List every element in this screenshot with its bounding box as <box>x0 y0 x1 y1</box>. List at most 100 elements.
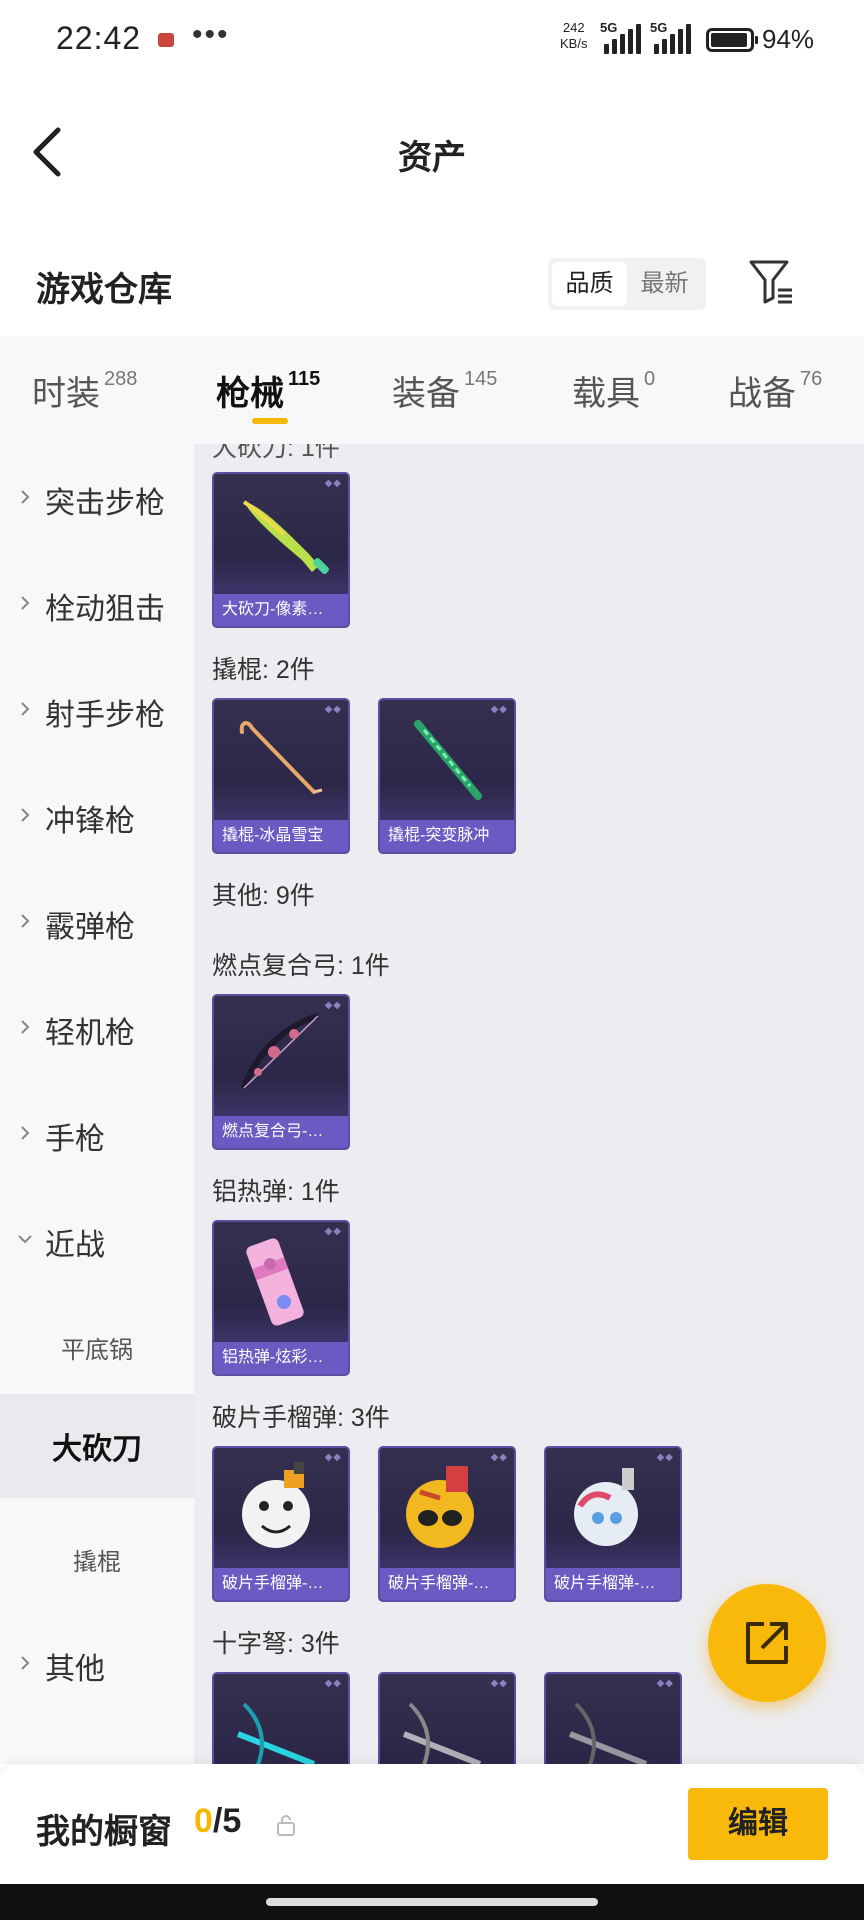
card-corner-mark: ◆◆ <box>324 1000 342 1011</box>
signal-icon: 5G <box>650 20 694 54</box>
sidebar-item-label: 栓动狙击 <box>45 593 165 626</box>
item-card[interactable]: ◆◆ 撬棍-突变脉冲 <box>378 698 516 854</box>
snowman-grenade-icon <box>242 1462 310 1548</box>
cookie-grenade-icon <box>406 1466 474 1548</box>
item-card[interactable]: ◆◆ 大砍刀-像素… <box>212 472 350 628</box>
filter-button[interactable] <box>748 258 796 308</box>
item-name: 破片手榴弹-… <box>214 1568 348 1600</box>
tab-label: 装备 <box>392 375 460 413</box>
item-card[interactable]: ◆◆ 破片手榴弹-… <box>378 1446 516 1602</box>
card-corner-mark: ◆◆ <box>490 1452 508 1463</box>
notification-icon <box>158 33 174 47</box>
tab-equipment[interactable]: 装备 145 <box>392 366 497 415</box>
showcase-bar: 我的橱窗 0/5 编辑 <box>0 1764 864 1884</box>
tab-vehicles[interactable]: 载具 0 <box>572 366 655 415</box>
header: 资产 <box>0 80 864 220</box>
card-corner-mark: ◆◆ <box>656 1452 674 1463</box>
share-icon <box>746 1622 788 1664</box>
lock-icon <box>277 1815 295 1836</box>
group-label-compound-bow: 燃点复合弓: 1件 <box>212 952 390 980</box>
signal-icon: 5G <box>600 20 644 54</box>
sidebar-item-marksman-rifle[interactable]: 射手步枪 <box>0 680 194 740</box>
item-card[interactable]: ◆◆ 撬棍-冰晶雪宝 <box>212 698 350 854</box>
card-corner-mark: ◆◆ <box>656 1678 674 1689</box>
sidebar-subitem-crowbar[interactable]: 撬棍 <box>0 1528 194 1588</box>
network-speed: 242 KB/s <box>560 20 587 52</box>
item-name: 撬棍-冰晶雪宝 <box>214 820 348 852</box>
crowbar-icon <box>239 721 323 794</box>
machete-icon <box>242 500 329 574</box>
card-corner-mark: ◆◆ <box>324 704 342 715</box>
item-name: 撬棍-突变脉冲 <box>380 820 514 852</box>
sidebar-item-lmg[interactable]: 轻机枪 <box>0 998 194 1058</box>
sort-newest-button[interactable]: 最新 <box>627 262 702 306</box>
item-card[interactable]: ◆◆ <box>378 1672 516 1764</box>
category-tabs: 时装 288 枪械 115 装备 145 载具 0 战备 76 <box>0 336 864 444</box>
item-card[interactable]: ◆◆ 铝热弹-炫彩… <box>212 1220 350 1376</box>
tab-count: 0 <box>644 368 656 390</box>
status-bar: 22:42 ••• 242 KB/s 5G 5G 94% <box>0 0 864 80</box>
showcase-current: 0 <box>194 1802 213 1840</box>
chevron-right-icon <box>21 914 30 928</box>
network-speed-value: 242 <box>562 20 585 35</box>
sidebar-item-label: 射手步枪 <box>45 699 165 732</box>
card-corner-mark: ◆◆ <box>324 1452 342 1463</box>
tab-count: 145 <box>464 368 498 390</box>
card-corner-mark: ◆◆ <box>324 478 342 489</box>
network-speed-unit: KB/s <box>560 36 588 51</box>
chevron-right-icon <box>21 1126 30 1140</box>
sidebar-subitem-machete[interactable]: 大砍刀 <box>0 1394 194 1498</box>
sim2-label: 5G <box>650 20 668 35</box>
warehouse-title: 游戏仓库 <box>36 271 172 309</box>
sim1-label: 5G <box>600 20 618 35</box>
sidebar-item-label: 霰弹枪 <box>45 911 135 944</box>
group-label-machete: 大砍刀: 1件 <box>212 444 340 462</box>
sidebar-item-label: 大砍刀 <box>52 1433 142 1466</box>
sidebar-item-melee[interactable]: 近战 <box>0 1210 194 1270</box>
chevron-right-icon <box>21 702 30 716</box>
sort-toggle: 品质 最新 <box>548 258 706 310</box>
group-label-crowbar: 撬棍: 2件 <box>212 656 315 684</box>
chevron-right-icon <box>21 1020 30 1034</box>
active-tab-indicator <box>252 418 288 424</box>
sidebar-item-shotgun[interactable]: 霰弹枪 <box>0 892 194 952</box>
compound-bow-icon <box>241 1013 319 1089</box>
item-card[interactable]: ◆◆ 燃点复合弓-… <box>212 994 350 1150</box>
tab-firearms[interactable]: 枪械 115 <box>216 366 320 415</box>
sidebar-item-assault-rifle[interactable]: 突击步枪 <box>0 468 194 528</box>
sort-quality-button[interactable]: 品质 <box>552 262 627 306</box>
showcase-separator: / <box>212 1802 223 1840</box>
item-name: 破片手榴弹-… <box>546 1568 680 1600</box>
home-indicator[interactable] <box>266 1898 598 1906</box>
crowbar-green-icon <box>414 720 482 800</box>
edit-button[interactable]: 编辑 <box>688 1788 828 1860</box>
item-card[interactable]: ◆◆ 破片手榴弹-… <box>212 1446 350 1602</box>
tab-label: 战备 <box>728 375 796 413</box>
sidebar-item-smg[interactable]: 冲锋枪 <box>0 786 194 846</box>
share-button[interactable] <box>708 1584 826 1702</box>
item-card[interactable]: ◆◆ <box>212 1672 350 1764</box>
item-card[interactable]: ◆◆ 破片手榴弹-… <box>544 1446 682 1602</box>
tab-count: 115 <box>288 368 321 390</box>
item-card[interactable]: ◆◆ <box>544 1672 682 1764</box>
sidebar-item-other[interactable]: 其他 <box>0 1634 194 1694</box>
status-time: 22:42 <box>56 20 142 56</box>
showcase-title: 我的橱窗 <box>36 1813 172 1851</box>
tab-supplies[interactable]: 战备 76 <box>728 366 822 415</box>
chevron-right-icon <box>21 490 30 504</box>
group-label-thermite: 铝热弹: 1件 <box>212 1178 340 1206</box>
sidebar-item-label: 轻机枪 <box>45 1017 135 1050</box>
sidebar-item-pistol[interactable]: 手枪 <box>0 1104 194 1164</box>
sidebar-item-label: 近战 <box>45 1229 105 1262</box>
card-corner-mark: ◆◆ <box>490 704 508 715</box>
card-corner-mark: ◆◆ <box>324 1678 342 1689</box>
chevron-down-icon <box>18 1235 32 1244</box>
group-label-frag-grenade: 破片手榴弹: 3件 <box>212 1404 390 1432</box>
page-title: 资产 <box>398 139 466 177</box>
tab-fashion[interactable]: 时装 288 <box>32 366 137 415</box>
tab-label: 载具 <box>572 375 640 413</box>
chevron-right-icon <box>21 808 30 822</box>
item-name: 破片手榴弹-… <box>380 1568 514 1600</box>
sidebar-subitem-frying-pan[interactable]: 平底锅 <box>0 1316 194 1376</box>
sidebar-item-bolt-sniper[interactable]: 栓动狙击 <box>0 574 194 634</box>
